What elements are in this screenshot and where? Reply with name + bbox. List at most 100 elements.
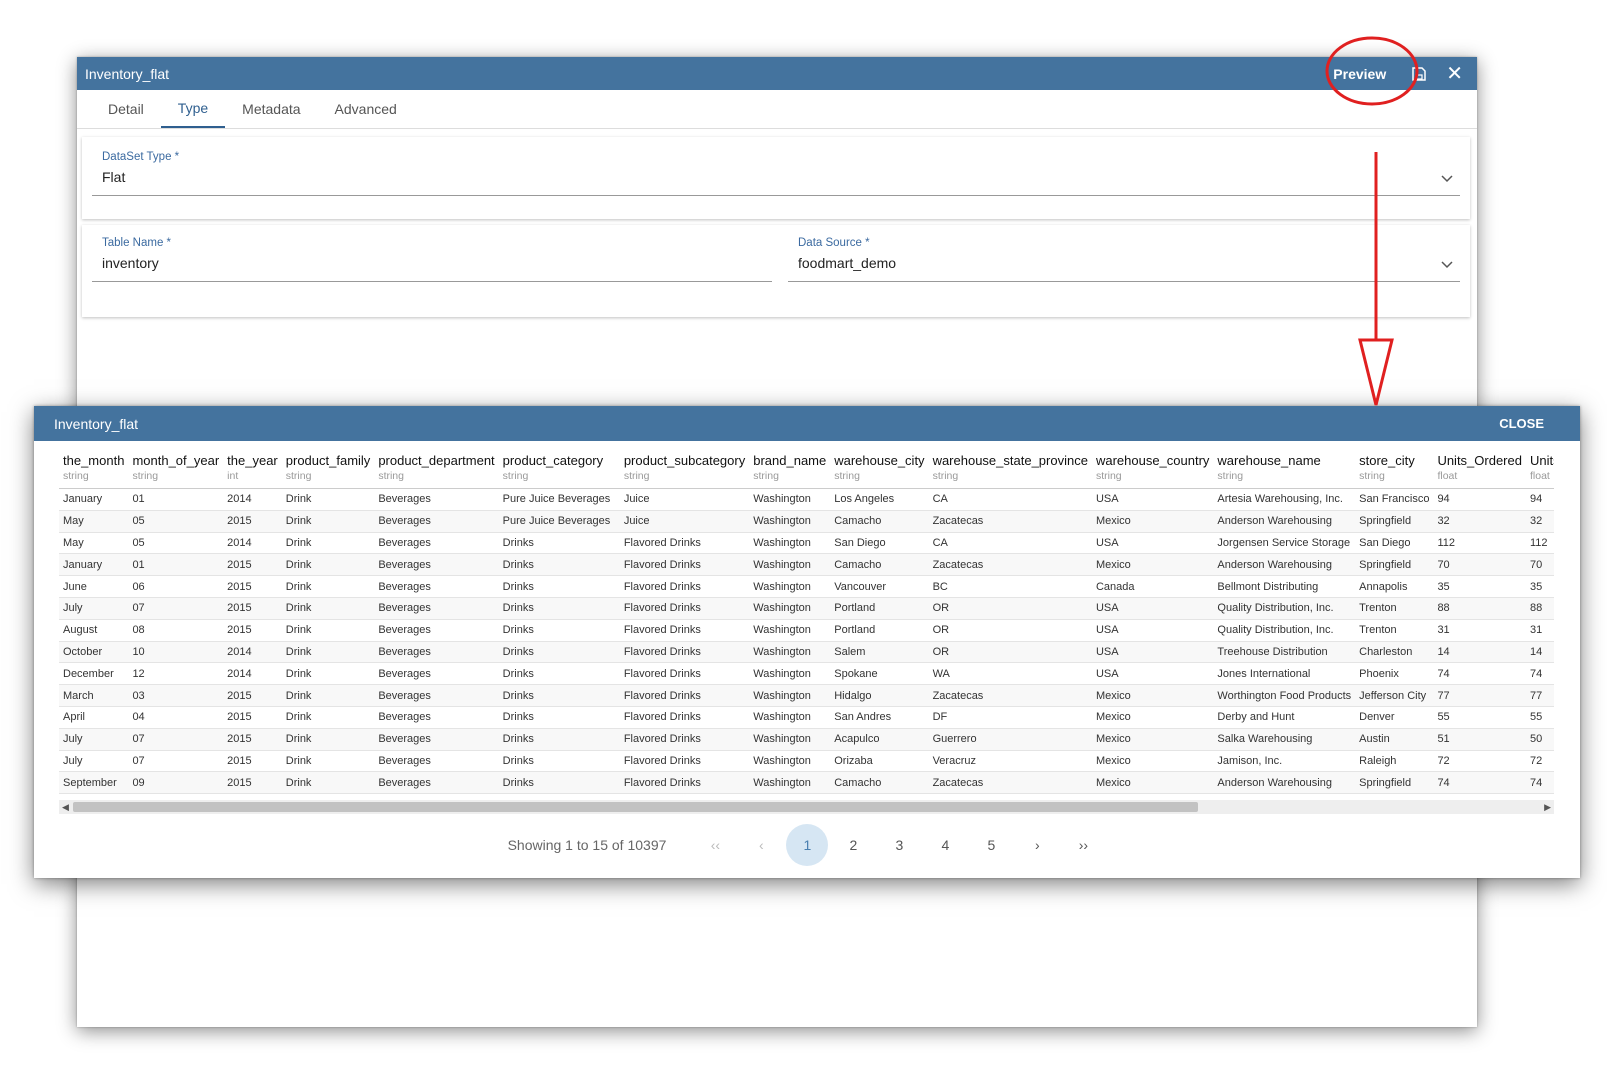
- column-header[interactable]: the_month string: [59, 448, 129, 489]
- table-name-field[interactable]: Table Name * inventory: [92, 231, 772, 282]
- table-cell: 35: [1525, 575, 1554, 598]
- table-cell: 2015: [223, 771, 282, 795]
- table-cell: Drink: [281, 641, 375, 664]
- tab-advanced[interactable]: Advanced: [318, 90, 414, 128]
- column-header[interactable]: the_year int: [223, 448, 282, 489]
- table-cell: Drinks: [498, 771, 620, 795]
- table-cell: San Diego: [1355, 532, 1434, 555]
- prev-page-button[interactable]: ‹: [740, 824, 782, 866]
- table-cell: 51: [1433, 728, 1526, 751]
- table-cell: OR: [928, 641, 1092, 664]
- table-cell: Drinks: [498, 619, 620, 642]
- table-row: September 09 2015 Drink Beverages Drinks Flavo…: [59, 771, 1554, 795]
- table-cell: Drink: [281, 706, 375, 729]
- column-header[interactable]: product_department string: [374, 448, 499, 489]
- column-header[interactable]: brand_name string: [749, 448, 831, 489]
- table-cell: Beverages: [374, 532, 499, 555]
- table-cell: Drinks: [498, 684, 620, 707]
- column-header[interactable]: warehouse_city string: [830, 448, 929, 489]
- table-row: July 07 2015 Drink Beverages Drinks Flavored D…: [59, 750, 1554, 773]
- chevron-down-icon[interactable]: [1440, 171, 1454, 185]
- table-cell: Beverages: [374, 488, 499, 511]
- showing-text: Showing 1 to 15 of 10397: [507, 837, 667, 853]
- column-name: warehouse_state_province: [932, 453, 1088, 468]
- horizontal-scrollbar[interactable]: ◀ ▶: [59, 800, 1554, 814]
- column-header[interactable]: product_category string: [498, 448, 620, 489]
- table-cell: Drink: [281, 684, 375, 707]
- page-button-4[interactable]: 4: [924, 824, 966, 866]
- page-button-2[interactable]: 2: [832, 824, 874, 866]
- column-type: string: [623, 470, 650, 482]
- table-cell: Washington: [749, 488, 831, 511]
- table-cell: 77: [1433, 684, 1526, 707]
- column-header[interactable]: warehouse_name string: [1213, 448, 1356, 489]
- preview-button[interactable]: Preview: [1333, 66, 1386, 82]
- table-cell: Beverages: [374, 575, 499, 598]
- table-name-value: inventory: [102, 255, 159, 271]
- scrollbar-thumb[interactable]: [73, 802, 1198, 812]
- table-cell: 72: [1525, 750, 1554, 773]
- page-button-1[interactable]: 1: [786, 824, 829, 866]
- dataset-type-card: DataSet Type * Flat: [82, 137, 1470, 219]
- preview-header: Inventory_flat CLOSE: [34, 406, 1580, 441]
- tab-detail[interactable]: Detail: [91, 90, 161, 128]
- table-cell: May: [59, 510, 129, 533]
- column-header[interactable]: product_family string: [281, 448, 375, 489]
- table-cell: Flavored Drinks: [619, 553, 750, 577]
- table-cell: Flavored Drinks: [619, 575, 750, 598]
- table-cell: Springfield: [1355, 771, 1434, 795]
- column-header[interactable]: Units float: [1525, 448, 1554, 489]
- table-cell: 2015: [223, 597, 282, 620]
- save-icon[interactable]: [1412, 66, 1426, 81]
- table-cell: 2015: [223, 706, 282, 729]
- column-header[interactable]: month_of_year string: [128, 448, 224, 489]
- scroll-right-icon[interactable]: ▶: [1544, 800, 1551, 814]
- column-name: Units: [1529, 453, 1554, 468]
- table-cell: 55: [1525, 706, 1554, 729]
- table-cell: Mexico: [1091, 728, 1214, 751]
- column-header[interactable]: warehouse_country string: [1091, 448, 1214, 489]
- dataset-type-select[interactable]: DataSet Type * Flat: [92, 145, 1460, 196]
- column-type: string: [932, 470, 959, 482]
- table-row: July 07 2015 Drink Beverages Drinks Flavored D…: [59, 597, 1554, 620]
- page-button-5[interactable]: 5: [970, 824, 1012, 866]
- tab-metadata[interactable]: Metadata: [225, 90, 317, 128]
- table-cell: Drinks: [498, 706, 620, 729]
- table-cell: Annapolis: [1355, 575, 1434, 598]
- table-cell: USA: [1091, 641, 1214, 664]
- page-button-3[interactable]: 3: [878, 824, 920, 866]
- table-cell: Flavored Drinks: [619, 684, 750, 707]
- table-cell: Jamison, Inc.: [1213, 750, 1356, 773]
- table-cell: Beverages: [374, 684, 499, 707]
- table-cell: 2015: [223, 619, 282, 642]
- data-source-value: foodmart_demo: [798, 255, 897, 271]
- table-cell: Washington: [749, 619, 831, 642]
- preview-table-container[interactable]: the_month string month_of_year string the_ye…: [59, 448, 1554, 810]
- table-cell: Flavored Drinks: [619, 750, 750, 773]
- first-page-button[interactable]: ‹‹: [694, 824, 736, 866]
- close-icon[interactable]: ✕: [1446, 64, 1463, 84]
- column-header[interactable]: warehouse_state_provincestring: [928, 448, 1092, 489]
- last-page-button[interactable]: ››: [1062, 824, 1104, 866]
- table-cell: Hidalgo: [830, 684, 929, 707]
- table-cell: Washington: [749, 641, 831, 664]
- close-button[interactable]: CLOSE: [1499, 416, 1544, 431]
- column-header[interactable]: store_city string: [1355, 448, 1434, 489]
- table-cell: July: [59, 750, 129, 773]
- table-cell: Drinks: [498, 597, 620, 620]
- table-cell: Guerrero: [928, 728, 1092, 751]
- column-name: product_department: [378, 453, 495, 468]
- table-cell: October: [59, 641, 129, 664]
- data-source-select[interactable]: Data Source * foodmart_demo: [788, 231, 1460, 282]
- next-page-button[interactable]: ›: [1016, 824, 1058, 866]
- table-cell: Drinks: [498, 728, 620, 751]
- table-cell: Mexico: [1091, 510, 1214, 533]
- tab-type[interactable]: Type: [160, 90, 226, 128]
- column-header[interactable]: product_subcategory string: [619, 448, 750, 489]
- chevron-down-icon[interactable]: [1440, 257, 1454, 271]
- table-cell: Drinks: [498, 532, 620, 555]
- column-type: string: [753, 470, 779, 482]
- scroll-left-icon[interactable]: ◀: [62, 800, 69, 814]
- table-row: May 05 2014 Drink Beverages Drinks Flavored Dr…: [59, 532, 1554, 555]
- column-header[interactable]: Units_Ordered float: [1433, 448, 1526, 489]
